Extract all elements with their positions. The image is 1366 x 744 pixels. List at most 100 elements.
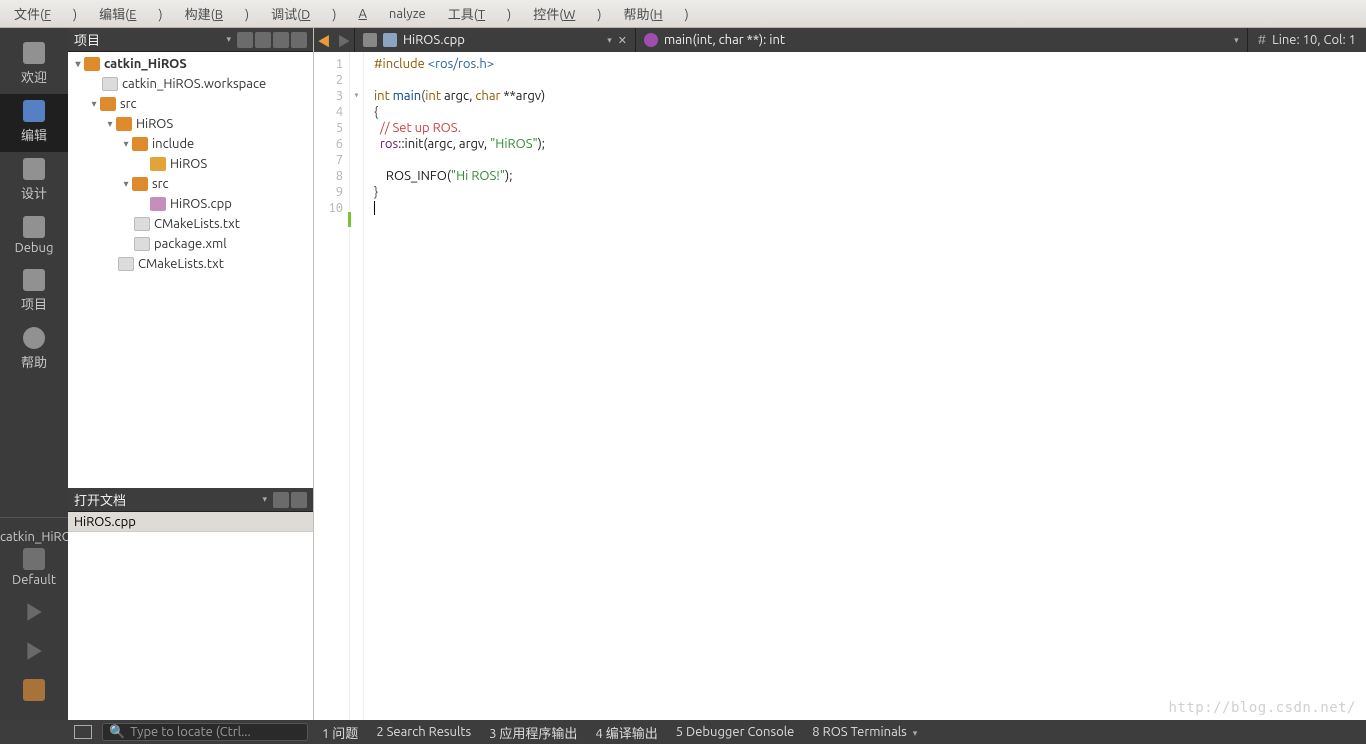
tree-cmake2[interactable]: CMakeLists.txt	[68, 254, 313, 274]
symbol-selector[interactable]: main(int, char **): int ▾	[636, 28, 1247, 52]
menu-edit[interactable]: 编辑(E)	[99, 4, 163, 23]
link-icon[interactable]	[255, 32, 271, 48]
output-app[interactable]: 3 应用程序输出	[489, 723, 577, 742]
fold-column[interactable]: ▾	[350, 52, 364, 720]
chevron-down-icon[interactable]: ▾	[262, 494, 267, 505]
project-panel-header: 项目 ▾	[68, 28, 313, 52]
folder-icon	[132, 137, 148, 151]
lock-icon	[363, 33, 377, 47]
pencil-icon	[23, 158, 45, 180]
tree-file-cpp[interactable]: HiROS.cpp	[68, 194, 313, 214]
tree-workspace[interactable]: catkin_HiROS.workspace	[68, 74, 313, 94]
opendocs-title: 打开文档	[74, 490, 262, 509]
editor-area: ◀ ▶ HiROS.cpp ▾ ✕ main(int, char **): in…	[314, 28, 1366, 720]
help-icon	[23, 327, 45, 349]
menu-widgets[interactable]: 控件(W)	[533, 4, 601, 23]
nav-forward[interactable]: ▶	[334, 31, 354, 50]
close-pane-icon[interactable]	[291, 492, 307, 508]
file-icon	[102, 77, 118, 91]
project-tree[interactable]: ▾catkin_HiROS catkin_HiROS.workspace ▾sr…	[68, 52, 313, 488]
project-panel-title: 项目	[74, 30, 226, 49]
nav-back[interactable]: ◀	[314, 31, 334, 50]
output-pane-tabs: 1 问题 2 Search Results 3 应用程序输出 4 编译输出 5 …	[322, 723, 917, 742]
folder-icon	[116, 117, 132, 131]
mode-edit[interactable]: 编辑	[0, 94, 68, 152]
open-doc-item[interactable]: HiROS.cpp	[68, 512, 313, 532]
add-pane-icon[interactable]	[273, 492, 289, 508]
output-issues[interactable]: 1 问题	[322, 723, 358, 742]
text-cursor	[374, 201, 375, 215]
open-documents: 打开文档 ▾ HiROS.cpp	[68, 488, 313, 720]
tree-include-hiros[interactable]: HiROS	[68, 154, 313, 174]
add-pane-icon[interactable]	[273, 32, 289, 48]
status-bar: 🔍 Type to locate (Ctrl... 1 问题 2 Search …	[0, 720, 1366, 744]
build-button[interactable]	[0, 673, 68, 712]
filter-icon[interactable]	[237, 32, 253, 48]
file-tab-label: HiROS.cpp	[403, 33, 601, 47]
output-search[interactable]: 2 Search Results	[376, 725, 471, 739]
tree-src[interactable]: ▾src	[68, 94, 313, 114]
run-button[interactable]	[0, 595, 68, 634]
line-col-indicator[interactable]: # Line: 10, Col: 1	[1248, 33, 1366, 47]
output-compile[interactable]: 4 编译输出	[595, 723, 657, 742]
chevron-down-icon[interactable]: ▾	[226, 34, 231, 45]
menu-file[interactable]: 文件(F)	[14, 4, 77, 23]
tree-cmake[interactable]: CMakeLists.txt	[68, 214, 313, 234]
side-panel: 项目 ▾ ▾catkin_HiROS catkin_HiROS.workspac…	[68, 28, 314, 720]
play-debug-icon	[23, 640, 45, 662]
modified-line-marker	[348, 212, 351, 227]
menu-bar: 文件(F) 编辑(E) 构建(B) 调试(D) Analyze 工具(T) 控件…	[0, 0, 1366, 28]
play-icon	[23, 601, 45, 623]
menu-analyze[interactable]: Analyze	[358, 7, 425, 21]
mode-debug[interactable]: Debug	[0, 210, 68, 263]
cpp-file-icon	[150, 197, 166, 211]
chevron-down-icon[interactable]: ▾	[1234, 35, 1239, 46]
symbol-label: main(int, char **): int	[664, 33, 1228, 47]
close-icon[interactable]: ✕	[618, 34, 627, 47]
tree-src2[interactable]: ▾src	[68, 174, 313, 194]
cpp-file-icon	[383, 33, 397, 47]
menu-debug[interactable]: 调试(D)	[271, 4, 336, 23]
menu-help[interactable]: 帮助(H)	[623, 4, 688, 23]
menu-tools[interactable]: 工具(T)	[448, 4, 511, 23]
toggle-sidebar-icon[interactable]	[74, 725, 92, 739]
edit-icon	[23, 100, 45, 122]
function-icon	[644, 33, 658, 47]
code-content[interactable]: #include <ros/ros.h> int main(int argc, …	[364, 52, 1366, 720]
chevron-down-icon[interactable]: ▾	[607, 35, 612, 46]
opendocs-list[interactable]: HiROS.cpp	[68, 512, 313, 720]
tree-root[interactable]: ▾catkin_HiROS	[68, 54, 313, 74]
bug-icon	[23, 216, 45, 238]
output-debugger[interactable]: 5 Debugger Console	[676, 725, 795, 739]
mode-help[interactable]: 帮助	[0, 321, 68, 379]
grid-icon	[23, 42, 45, 64]
monitor-icon	[23, 548, 45, 570]
mode-bar: 欢迎 编辑 设计 Debug 项目 帮助 catkin_HiROSDefault	[0, 28, 68, 720]
tree-package[interactable]: package.xml	[68, 234, 313, 254]
folder-icon	[150, 157, 166, 171]
line-gutter: 12345678910	[314, 52, 350, 720]
hammer-icon	[23, 679, 45, 701]
file-icon	[134, 237, 150, 251]
locator-input[interactable]: 🔍 Type to locate (Ctrl...	[102, 723, 308, 741]
file-icon	[134, 217, 150, 231]
folder-icon	[84, 57, 100, 71]
close-pane-icon[interactable]	[291, 32, 307, 48]
tree-hiros[interactable]: ▾HiROS	[68, 114, 313, 134]
menu-build[interactable]: 构建(B)	[185, 4, 249, 23]
mode-project[interactable]: 项目	[0, 263, 68, 321]
editor-tabbar: ◀ ▶ HiROS.cpp ▾ ✕ main(int, char **): in…	[314, 28, 1366, 52]
folder-icon	[100, 97, 116, 111]
target-selector[interactable]: catkin_HiROSDefault	[0, 524, 68, 595]
run-debug-button[interactable]	[0, 634, 68, 673]
file-tab[interactable]: HiROS.cpp ▾ ✕	[355, 28, 635, 52]
wrench-icon	[23, 269, 45, 291]
tree-include[interactable]: ▾include	[68, 134, 313, 154]
mode-welcome[interactable]: 欢迎	[0, 36, 68, 94]
folder-icon	[132, 177, 148, 191]
search-icon: 🔍	[109, 725, 125, 740]
output-ros[interactable]: 8 ROS Terminals ▾	[812, 725, 917, 739]
locator-placeholder: Type to locate (Ctrl...	[130, 725, 251, 739]
code-editor[interactable]: 12345678910 ▾ #include <ros/ros.h> int m…	[314, 52, 1366, 720]
mode-design[interactable]: 设计	[0, 152, 68, 210]
